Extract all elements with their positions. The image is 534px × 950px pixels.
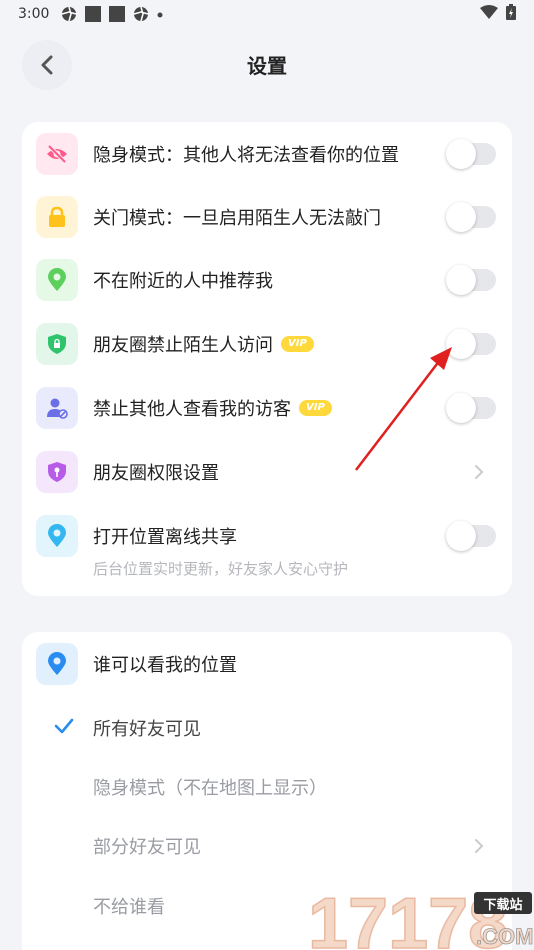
location-pin-icon: [36, 643, 78, 685]
aperture-icon: [133, 6, 149, 22]
shield-lock-icon: [36, 323, 78, 365]
dot-icon: [157, 6, 163, 22]
watermark-tag: 下载站: [483, 897, 522, 913]
lock-icon: [36, 196, 78, 238]
eye-off-icon: [36, 133, 78, 175]
privacy-settings-card: 隐身模式：其他人将无法查看你的位置 关门模式：一旦启用陌生人无法敲门 不在附近的…: [22, 122, 512, 596]
wifi-icon: [480, 5, 498, 23]
setting-label: 朋友圈禁止陌生人访问 VIP: [93, 331, 314, 357]
visibility-header: 谁可以看我的位置: [22, 634, 512, 694]
option-label: 所有好友可见: [93, 719, 201, 740]
offline-share-description: 后台位置实时更新，好友家人安心守护: [93, 560, 349, 578]
setting-row-moments-permission[interactable]: 朋友圈权限设置: [22, 442, 512, 502]
visibility-title: 谁可以看我的位置: [93, 655, 237, 676]
setting-row-nearby: 不在附近的人中推荐我: [22, 250, 512, 310]
setting-row-offline-share: 打开位置离线共享: [22, 506, 512, 566]
setting-label: 禁止其他人查看我的访客 VIP: [93, 395, 332, 421]
visitor-block-toggle[interactable]: [446, 393, 496, 423]
setting-row-stealth-mode: 隐身模式：其他人将无法查看你的位置: [22, 124, 512, 184]
header: 设置: [0, 36, 534, 92]
status-bar: 3:00: [0, 0, 534, 28]
moments-block-toggle[interactable]: [446, 329, 496, 359]
check-icon: [54, 718, 74, 738]
watermark-domain: .COM: [476, 924, 533, 949]
page-title: 设置: [247, 53, 287, 78]
chevron-right-icon: [474, 464, 484, 480]
closed-door-toggle[interactable]: [446, 202, 496, 232]
location-share-icon: [36, 515, 78, 557]
option-label: 部分好友可见: [93, 837, 201, 858]
battery-icon: [506, 4, 516, 24]
setting-label: 打开位置离线共享: [93, 527, 237, 548]
setting-row-moments-block: 朋友圈禁止陌生人访问 VIP: [22, 314, 512, 374]
setting-row-closed-door: 关门模式：一旦启用陌生人无法敲门: [22, 187, 512, 247]
option-label: 不给谁看: [93, 897, 165, 918]
offline-share-toggle[interactable]: [446, 521, 496, 551]
option-label: 隐身模式（不在地图上显示）: [93, 778, 327, 799]
square-notification-icon: [109, 6, 126, 22]
stealth-mode-toggle[interactable]: [446, 139, 496, 169]
shield-key-icon: [36, 451, 78, 493]
setting-row-visitor-block: 禁止其他人查看我的访客 VIP: [22, 378, 512, 438]
visibility-option-stealth[interactable]: 隐身模式（不在地图上显示）: [22, 757, 512, 817]
chevron-left-icon: [41, 55, 53, 75]
nearby-toggle[interactable]: [446, 265, 496, 295]
setting-label: 关门模式：一旦启用陌生人无法敲门: [93, 208, 381, 229]
status-time: 3:00: [18, 6, 50, 22]
setting-label: 朋友圈权限设置: [93, 463, 219, 484]
visibility-option-some-friends[interactable]: 部分好友可见: [22, 816, 512, 876]
setting-label: 隐身模式：其他人将无法查看你的位置: [93, 145, 399, 166]
vip-badge: VIP: [299, 400, 332, 416]
setting-label: 不在附近的人中推荐我: [93, 271, 273, 292]
user-block-icon: [36, 387, 78, 429]
chevron-right-icon: [474, 838, 484, 854]
back-button[interactable]: [22, 40, 72, 90]
square-notification-icon: [85, 6, 102, 22]
vip-badge: VIP: [281, 336, 314, 352]
location-pin-icon: [36, 259, 78, 301]
aperture-icon: [61, 6, 77, 22]
watermark-logo: 17178 下载站 .COM: [307, 880, 534, 950]
visibility-option-all-friends[interactable]: 所有好友可见: [22, 698, 512, 758]
